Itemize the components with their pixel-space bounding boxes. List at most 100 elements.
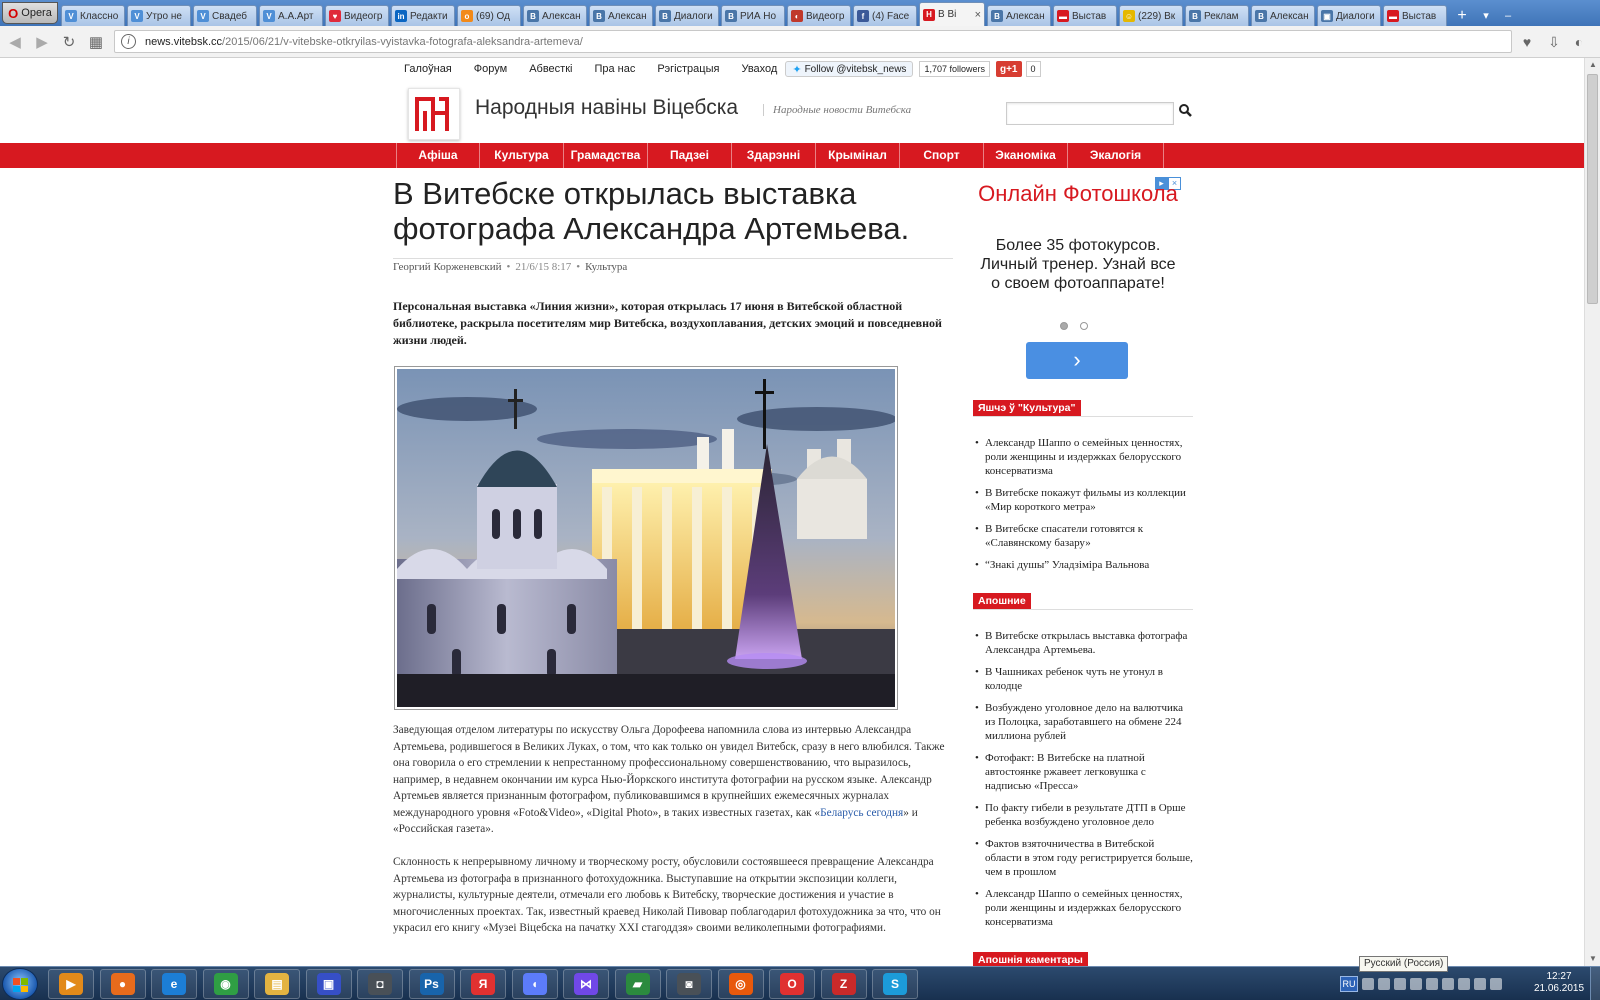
browser-tab[interactable]: В Реклам [1185, 5, 1249, 26]
nav-events[interactable]: Падзеі [648, 143, 732, 168]
scroll-down-icon[interactable]: ▼ [1585, 952, 1600, 966]
tray-icon-antivirus[interactable] [1426, 978, 1438, 990]
taskbar-app-button[interactable]: Z [820, 969, 867, 999]
tray-icon-power[interactable] [1474, 978, 1486, 990]
page-scrollbar[interactable]: ▲ ▼ [1584, 58, 1600, 966]
tray-icon-volume[interactable] [1394, 978, 1406, 990]
nav-afisha[interactable]: Афіша [396, 143, 480, 168]
browser-tab[interactable]: V Утро не [127, 5, 191, 26]
browser-tab[interactable]: ▬ Выстав [1053, 5, 1117, 26]
article-author[interactable]: Георгий Корженевский [393, 261, 501, 273]
top-nav-forum[interactable]: Форум [474, 63, 507, 75]
new-tab-button[interactable]: + [1449, 5, 1475, 26]
bookmark-heart-icon[interactable]: ♥ [1516, 31, 1538, 53]
start-button[interactable] [2, 968, 38, 1000]
taskbar-app-button[interactable]: ◉ [202, 969, 249, 999]
close-tab-icon[interactable]: × [975, 9, 981, 21]
ad-next-button[interactable]: › [1026, 342, 1128, 379]
top-nav-home[interactable]: Галоўная [404, 63, 452, 75]
browser-tab[interactable]: ☺ (229) Вк [1119, 5, 1183, 26]
nav-sport[interactable]: Спорт [900, 143, 984, 168]
browser-tab[interactable]: В Алексан [1251, 5, 1315, 26]
google-plus-button[interactable]: g+1 [995, 61, 1022, 77]
show-desktop-button[interactable] [1590, 967, 1600, 1000]
article-category[interactable]: Культура [585, 261, 627, 273]
latest-news-link[interactable]: Фотофакт: В Витебске на платной автостоя… [973, 751, 1193, 793]
top-nav-about[interactable]: Пра нас [594, 63, 635, 75]
taskbar-app-button[interactable]: ◙ [666, 969, 712, 999]
taskbar-app-button[interactable]: ● [99, 969, 146, 999]
article-photo[interactable] [394, 366, 898, 710]
nav-incidents[interactable]: Здарэнні [732, 143, 816, 168]
latest-news-link[interactable]: В Витебске открылась выставка фотографа … [973, 629, 1193, 657]
back-icon[interactable]: ◀ [3, 30, 27, 54]
taskbar-app-button[interactable]: O [769, 969, 815, 999]
tray-icon-keyboard[interactable] [1362, 978, 1374, 990]
browser-tab[interactable]: ◐ Видеогр [787, 5, 851, 26]
latest-news-link[interactable]: По факту гибели в результате ДТП в Орше … [973, 801, 1193, 829]
site-title[interactable]: Народныя навіны Віцебска [475, 96, 738, 120]
tab-menu-icon[interactable]: ▾ [1475, 5, 1497, 26]
browser-tab[interactable]: В Алексан [987, 5, 1051, 26]
browser-tab[interactable]: V А.А.Арт [259, 5, 323, 26]
browser-tab[interactable]: ♥ Видеогр [325, 5, 389, 26]
forward-icon[interactable]: ▶ [30, 30, 54, 54]
minimize-icon[interactable]: – [1497, 5, 1519, 26]
tray-icon-display[interactable] [1442, 978, 1454, 990]
tray-icon-update[interactable] [1410, 978, 1422, 990]
search-icon[interactable] [1178, 103, 1194, 119]
browser-tab[interactable]: in Редакти [391, 5, 455, 26]
taskbar-app-button[interactable]: ◖ [511, 969, 558, 999]
scroll-up-icon[interactable]: ▲ [1585, 58, 1600, 72]
taskbar-app-button[interactable]: ◎ [717, 969, 764, 999]
browser-tab[interactable]: ▬ Выстав [1383, 5, 1447, 26]
download-icon[interactable]: ⇩ [1543, 31, 1565, 53]
ad-title[interactable]: Онлайн Фотошкола [970, 180, 1186, 208]
browser-tab-active[interactable]: НВ Ві × [919, 2, 985, 26]
belarus-today-link[interactable]: Беларусь сегодня [820, 807, 903, 819]
browser-tab[interactable]: В Диалоги [655, 5, 719, 26]
taskbar-app-button[interactable]: ▰ [614, 969, 661, 999]
taskbar-app-button[interactable]: Я [460, 969, 506, 999]
ad-dot[interactable] [1080, 322, 1088, 330]
more-culture-link[interactable]: В Витебске покажут фильмы из коллекции «… [973, 486, 1193, 514]
nav-ecology[interactable]: Экалогія [1068, 143, 1164, 168]
extensions-icon[interactable]: ◐ [1568, 31, 1590, 53]
browser-tab[interactable]: V Свадеб [193, 5, 257, 26]
nav-society[interactable]: Грамадства [564, 143, 648, 168]
site-info-icon[interactable]: i [121, 34, 136, 49]
tray-icon-flag[interactable] [1458, 978, 1470, 990]
opera-menu-button[interactable]: O Opera [2, 2, 58, 24]
browser-tab[interactable]: В Алексан [523, 5, 587, 26]
latest-news-link[interactable]: В Чашниках ребенок чуть не утонул в коло… [973, 665, 1193, 693]
site-logo[interactable] [408, 88, 460, 140]
ad-dot-active[interactable] [1060, 322, 1068, 330]
browser-tab[interactable]: о (69) Од [457, 5, 521, 26]
latest-news-link[interactable]: Александр Шаппо о семейных ценностях, ро… [973, 887, 1193, 929]
nav-culture[interactable]: Культура [480, 143, 564, 168]
speed-dial-icon[interactable]: ▦ [84, 30, 108, 54]
tray-icon-sound[interactable] [1490, 978, 1502, 990]
nav-economy[interactable]: Эканоміка [984, 143, 1068, 168]
browser-tab[interactable]: ▣ Диалоги [1317, 5, 1381, 26]
taskbar-app-button[interactable]: ⋈ [563, 969, 609, 999]
latest-news-link[interactable]: Фактов взяточничества в Витебской област… [973, 837, 1193, 879]
search-input[interactable] [1006, 102, 1174, 125]
taskbar-app-button[interactable]: Ps [408, 969, 455, 999]
browser-tab[interactable]: В РИА Но [721, 5, 785, 26]
nav-crime[interactable]: Крымінал [816, 143, 900, 168]
address-bar[interactable]: i news.vitebsk.cc/2015/06/21/v-vitebske-… [114, 30, 1512, 53]
top-nav-ads[interactable]: Абвесткі [529, 63, 572, 75]
taskbar-app-button[interactable]: S [872, 969, 918, 999]
language-indicator[interactable]: RU [1340, 976, 1358, 992]
taskbar-app-button[interactable]: ◘ [357, 969, 403, 999]
latest-news-link[interactable]: Возбуждено уголовное дело на валютчика и… [973, 701, 1193, 743]
taskbar-app-button[interactable]: ▤ [254, 969, 300, 999]
top-nav-login[interactable]: Уваход [741, 63, 777, 75]
top-nav-register[interactable]: Рэгістрацыя [657, 63, 719, 75]
taskbar-app-button[interactable]: ▶ [48, 969, 94, 999]
twitter-follow-button[interactable]: ✦ Follow @vitebsk_news [785, 61, 914, 77]
tray-icon-network[interactable] [1378, 978, 1390, 990]
scrollbar-thumb[interactable] [1587, 74, 1598, 304]
taskbar-app-button[interactable]: e [151, 969, 197, 999]
